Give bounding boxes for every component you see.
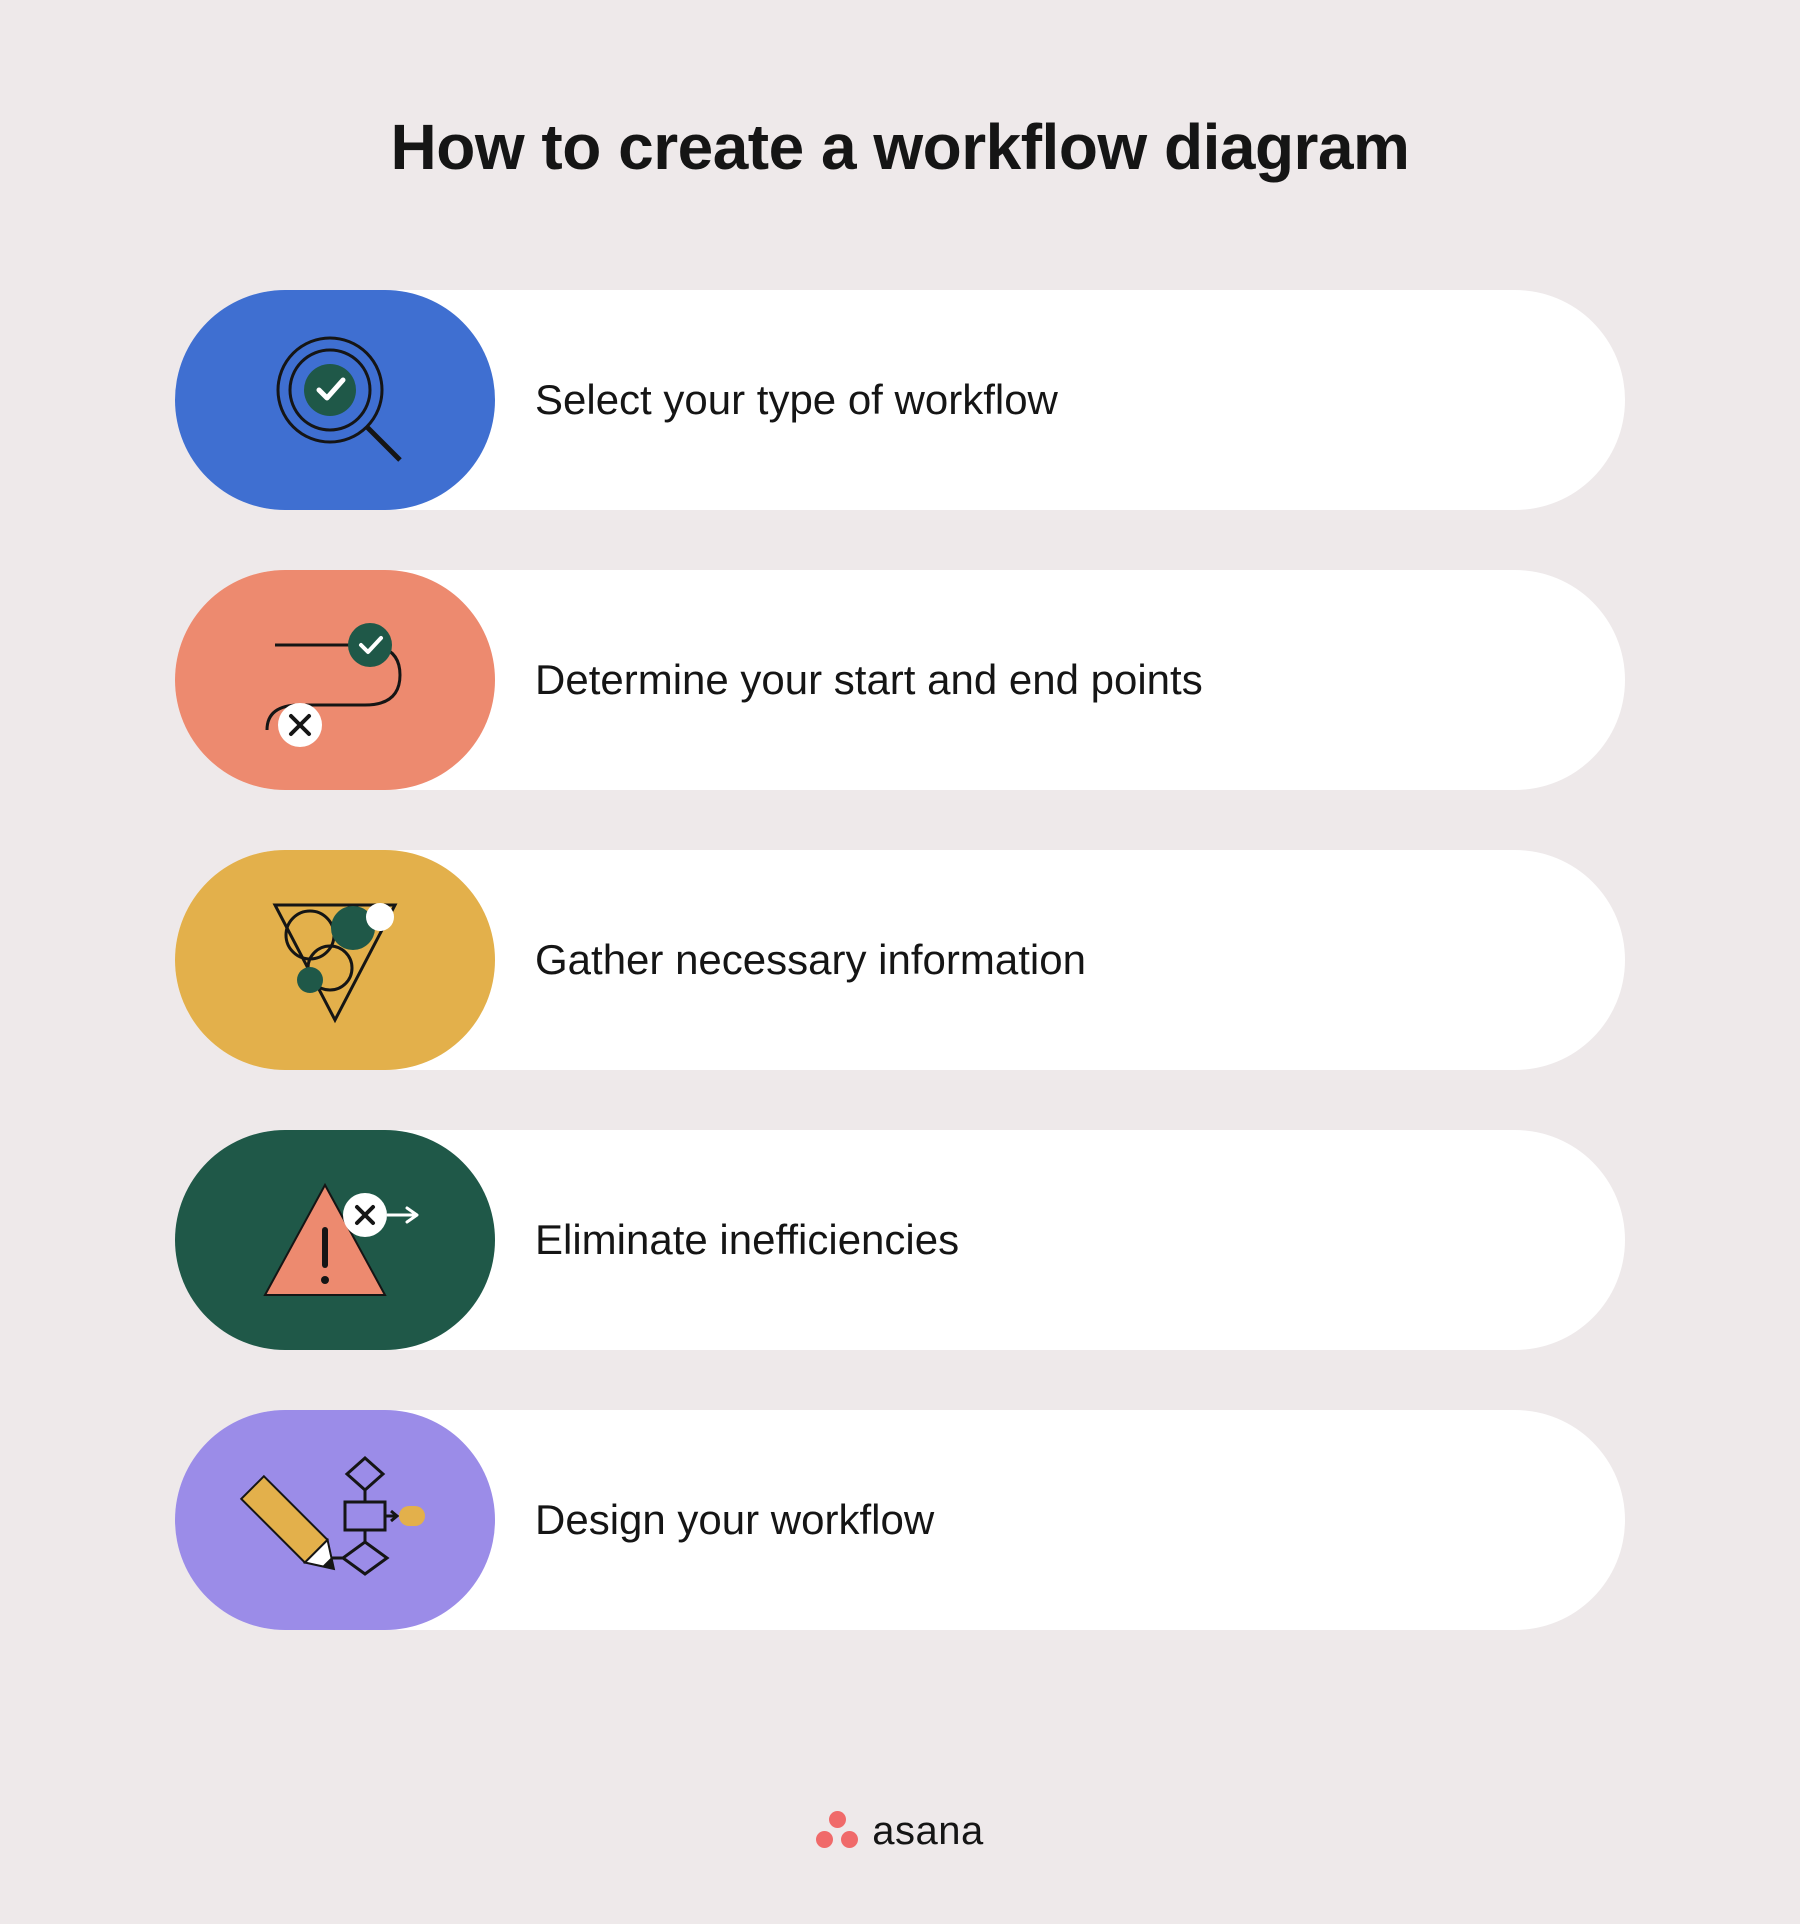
step-label: Gather necessary information: [535, 936, 1086, 984]
path-start-end-icon: [235, 600, 435, 760]
step-label: Eliminate inefficiencies: [535, 1216, 959, 1264]
magnifier-check-icon: [235, 320, 435, 480]
step-label: Determine your start and end points: [535, 656, 1203, 704]
steps-list: Select your type of workflow Determine y…: [175, 290, 1625, 1630]
step-badge: [175, 850, 495, 1070]
step-label: Design your workflow: [535, 1496, 934, 1544]
step-badge: [175, 1410, 495, 1630]
step-label: Select your type of workflow: [535, 376, 1058, 424]
step-row: Select your type of workflow: [175, 290, 1625, 510]
step-row: Gather necessary information: [175, 850, 1625, 1070]
step-row: Design your workflow: [175, 1410, 1625, 1630]
step-badge: [175, 570, 495, 790]
footer-brand: asana: [0, 1809, 1800, 1854]
pencil-flowchart-icon: [235, 1440, 435, 1600]
step-badge: [175, 1130, 495, 1350]
warning-remove-icon: [235, 1160, 435, 1320]
step-row: Determine your start and end points: [175, 570, 1625, 790]
page-title: How to create a workflow diagram: [0, 110, 1800, 184]
asana-logo-icon: [816, 1811, 858, 1853]
funnel-icon: [235, 880, 435, 1040]
step-badge: [175, 290, 495, 510]
step-row: Eliminate inefficiencies: [175, 1130, 1625, 1350]
brand-name: asana: [872, 1809, 983, 1854]
